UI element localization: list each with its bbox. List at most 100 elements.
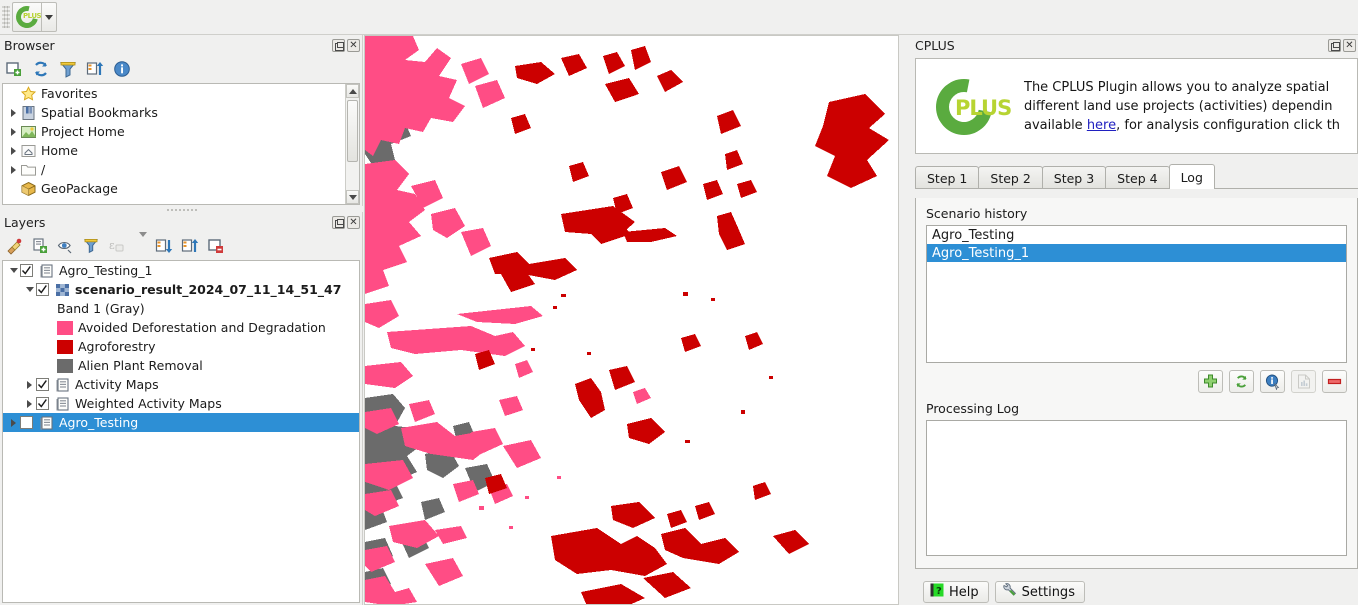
scroll-up-icon[interactable] xyxy=(346,84,359,98)
scrollbar-thumb[interactable] xyxy=(347,100,358,162)
cplus-description-text: The CPLUS Plugin allows you to analyze s… xyxy=(1024,78,1340,135)
layers-float-icon[interactable] xyxy=(332,216,345,229)
browser-tree-item[interactable]: / xyxy=(3,160,345,179)
group-icon xyxy=(54,377,71,393)
browser-scrollbar[interactable] xyxy=(345,84,359,204)
layer-visibility-checkbox[interactable] xyxy=(36,378,49,391)
cplus-float-icon[interactable] xyxy=(1328,39,1341,52)
chevron-down-icon[interactable] xyxy=(23,283,36,296)
cplus-plugin-button[interactable]: PLUS xyxy=(11,1,43,33)
refresh-icon[interactable] xyxy=(32,60,50,78)
layer-tree-item[interactable]: Band 1 (Gray) xyxy=(3,299,359,318)
layer-tree-item[interactable]: scenario_result_2024_07_11_14_51_47 xyxy=(3,280,359,299)
add-group-icon[interactable] xyxy=(31,237,49,255)
layers-tree[interactable]: Agro_Testing_1 scenario_result_2024_07_11… xyxy=(2,260,360,603)
star-icon xyxy=(20,85,37,102)
documentation-link[interactable]: here xyxy=(1087,118,1116,133)
cplus-panel-titlebar: CPLUS ✕ xyxy=(907,35,1358,56)
expand-all-icon[interactable] xyxy=(155,237,173,255)
chevron-down-icon[interactable] xyxy=(7,264,20,277)
settings-button[interactable]: Settings xyxy=(994,581,1085,603)
map-cplus-splitter[interactable] xyxy=(899,35,907,605)
filter-legend-icon[interactable] xyxy=(83,237,101,255)
layer-tree-item[interactable]: Weighted Activity Maps xyxy=(3,394,359,413)
layer-tree-item[interactable]: Alien Plant Removal xyxy=(3,356,359,375)
cplus-logo-icon: PLUS xyxy=(925,68,1012,146)
open-layer-styling-icon[interactable] xyxy=(5,237,23,255)
scenario-list-item[interactable]: Agro_Testing xyxy=(927,226,1346,244)
layer-visibility-checkbox[interactable] xyxy=(36,397,49,410)
layer-item-label: Agro_Testing xyxy=(59,415,139,430)
browser-panel-title: Browser xyxy=(4,38,55,53)
folder-icon xyxy=(20,162,37,178)
cplus-panel-title: CPLUS xyxy=(915,38,955,53)
layer-item-label: scenario_result_2024_07_11_14_51_47 xyxy=(75,282,342,297)
chevron-down-icon xyxy=(45,14,53,20)
tab-step-2[interactable]: Step 2 xyxy=(978,166,1043,189)
chevron-right-icon[interactable] xyxy=(7,144,20,157)
layers-toolbar: ε xyxy=(0,232,362,259)
tab-log[interactable]: Log xyxy=(1168,164,1215,189)
help-button[interactable]: ? Help xyxy=(923,581,989,603)
layers-close-icon[interactable]: ✕ xyxy=(347,216,360,229)
scenario-info-button[interactable] xyxy=(1260,370,1285,393)
map-canvas[interactable] xyxy=(364,35,899,605)
browser-tree-item[interactable]: GeoPackage xyxy=(3,179,345,198)
browser-panel-titlebar: Browser ✕ xyxy=(0,35,362,56)
browser-tree-item[interactable]: Project Home xyxy=(3,122,345,141)
layer-tree-item[interactable]: Avoided Deforestation and Degradation xyxy=(3,318,359,337)
collapse-all-icon[interactable] xyxy=(181,237,199,255)
chevron-right-icon[interactable] xyxy=(7,416,20,429)
add-scenario-button[interactable] xyxy=(1198,370,1223,393)
cplus-menu-dropdown-button[interactable] xyxy=(42,2,57,32)
browser-close-icon[interactable]: ✕ xyxy=(347,39,360,52)
chevron-right-icon[interactable] xyxy=(7,125,20,138)
layer-tree-item[interactable]: Agro_Testing_1 xyxy=(3,261,359,280)
expression-filter-icon[interactable]: ε xyxy=(109,237,127,255)
browser-item-label: / xyxy=(41,162,46,177)
browser-item-label: GeoPackage xyxy=(41,181,118,196)
tab-label: Step 1 xyxy=(927,170,968,186)
chevron-right-icon[interactable] xyxy=(23,397,36,410)
update-scenario-button[interactable] xyxy=(1229,370,1254,393)
remove-layer-icon[interactable] xyxy=(207,237,225,255)
cplus-close-icon[interactable]: ✕ xyxy=(1343,39,1356,52)
chevron-right-icon[interactable] xyxy=(7,163,20,176)
legend-color-swatch xyxy=(57,320,73,335)
tab-step-1[interactable]: Step 1 xyxy=(915,166,980,189)
browser-panel: Browser ✕ Favorites Spatial Bookmarks Pr… xyxy=(0,35,363,207)
processing-log-box[interactable] xyxy=(926,420,1347,556)
tab-step-3[interactable]: Step 3 xyxy=(1041,166,1107,189)
group-icon xyxy=(38,415,55,431)
browser-item-label: Favorites xyxy=(41,86,98,101)
add-layer-icon[interactable] xyxy=(5,60,23,78)
collapse-all-icon[interactable] xyxy=(86,60,104,78)
tab-step-4[interactable]: Step 4 xyxy=(1105,166,1170,189)
filter-icon[interactable] xyxy=(59,60,77,78)
layer-visibility-checkbox[interactable] xyxy=(20,264,33,277)
scenario-list-item[interactable]: Agro_Testing_1 xyxy=(927,244,1346,262)
caret-down-filter-icon[interactable] xyxy=(139,232,147,255)
browser-tree-item[interactable]: Spatial Bookmarks xyxy=(3,103,345,122)
layer-tree-item[interactable]: Activity Maps xyxy=(3,375,359,394)
browser-float-icon[interactable] xyxy=(332,39,345,52)
browser-tree[interactable]: Favorites Spatial Bookmarks Project Home Ho… xyxy=(2,83,360,205)
browser-tree-item[interactable]: Favorites xyxy=(3,84,345,103)
svg-text:ε: ε xyxy=(109,239,115,252)
layer-visibility-checkbox[interactable] xyxy=(36,283,49,296)
raster-icon xyxy=(54,282,71,298)
layer-tree-item[interactable]: Agro_Testing xyxy=(3,413,359,432)
legend-color-swatch xyxy=(57,339,73,354)
chevron-right-icon[interactable] xyxy=(23,378,36,391)
chevron-right-icon[interactable] xyxy=(7,106,20,119)
browser-tree-item[interactable]: Home xyxy=(3,141,345,160)
scroll-down-icon[interactable] xyxy=(346,190,359,204)
properties-info-icon[interactable] xyxy=(113,60,131,78)
remove-scenario-button[interactable] xyxy=(1322,370,1347,393)
manage-visibility-icon[interactable] xyxy=(57,237,75,255)
layer-visibility-checkbox[interactable] xyxy=(20,416,33,429)
toolbar-drag-handle[interactable] xyxy=(2,6,10,28)
layer-tree-item[interactable]: Agroforestry xyxy=(3,337,359,356)
scenario-history-list[interactable]: Agro_Testing Agro_Testing_1 xyxy=(926,225,1347,363)
